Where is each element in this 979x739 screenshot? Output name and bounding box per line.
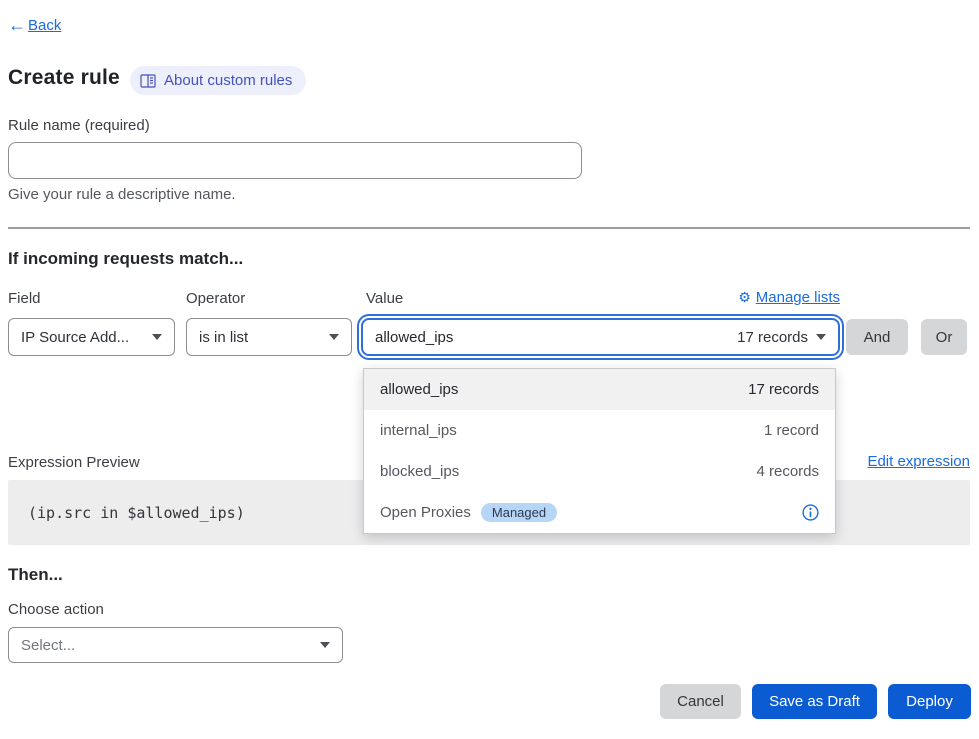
value-select-name: allowed_ips [375, 329, 453, 346]
action-select[interactable]: Select... [8, 627, 343, 663]
value-select[interactable]: allowed_ips 17 records [361, 318, 840, 356]
list-option-open-proxies[interactable]: Open Proxies Managed [364, 492, 835, 533]
gear-icon: ⚙ [738, 289, 751, 306]
save-as-draft-button[interactable]: Save as Draft [752, 684, 877, 719]
list-option-allowed-ips[interactable]: allowed_ips 17 records [364, 369, 835, 410]
list-option-name: blocked_ips [380, 463, 459, 480]
value-column-label: Value [366, 290, 403, 307]
expression-code: (ip.src in $allowed_ips) [28, 504, 245, 522]
about-custom-rules-label: About custom rules [164, 72, 292, 89]
list-option-name: internal_ips [380, 422, 457, 439]
list-option-records: 4 records [756, 463, 819, 480]
action-select-placeholder: Select... [21, 637, 75, 654]
list-option-name: Open Proxies [380, 504, 471, 521]
value-select-records: 17 records [737, 329, 808, 346]
field-column-label: Field [8, 290, 41, 307]
list-option-name: allowed_ips [380, 381, 458, 398]
chevron-down-icon [320, 642, 330, 648]
info-icon[interactable] [802, 504, 819, 521]
create-rule-page: ←Back Create rule About custom rules Rul… [0, 0, 979, 739]
book-icon [140, 74, 156, 88]
operator-select-value: is in list [199, 329, 248, 346]
about-custom-rules-link[interactable]: About custom rules [130, 66, 306, 95]
manage-lists-label: Manage lists [756, 289, 840, 306]
or-button[interactable]: Or [921, 319, 967, 355]
page-title: Create rule [8, 66, 120, 90]
chevron-down-icon [816, 334, 826, 340]
then-section-heading: Then... [8, 565, 63, 585]
list-option-records: 1 record [764, 422, 819, 439]
back-link-label: Back [28, 17, 61, 34]
operator-column-label: Operator [186, 290, 245, 307]
back-arrow-icon: ← [8, 16, 26, 34]
manage-lists-link[interactable]: ⚙ Manage lists [738, 289, 840, 306]
list-option-internal-ips[interactable]: internal_ips 1 record [364, 410, 835, 451]
choose-action-label: Choose action [8, 601, 104, 618]
match-section-heading: If incoming requests match... [8, 249, 243, 269]
field-select[interactable]: IP Source Add... [8, 318, 175, 356]
expression-preview-label: Expression Preview [8, 454, 140, 471]
operator-select[interactable]: is in list [186, 318, 352, 356]
section-divider [8, 227, 970, 229]
field-select-value: IP Source Add... [21, 329, 129, 346]
list-dropdown-panel: allowed_ips 17 records internal_ips 1 re… [363, 368, 836, 534]
chevron-down-icon [329, 334, 339, 340]
rule-name-label: Rule name (required) [8, 117, 150, 134]
rule-name-input[interactable] [8, 142, 582, 179]
managed-badge: Managed [481, 503, 557, 522]
rule-name-help-text: Give your rule a descriptive name. [8, 186, 236, 203]
back-link[interactable]: ←Back [8, 16, 61, 34]
chevron-down-icon [152, 334, 162, 340]
deploy-button[interactable]: Deploy [888, 684, 971, 719]
and-button[interactable]: And [846, 319, 908, 355]
cancel-button[interactable]: Cancel [660, 684, 741, 719]
list-option-blocked-ips[interactable]: blocked_ips 4 records [364, 451, 835, 492]
edit-expression-link[interactable]: Edit expression [867, 453, 970, 470]
list-option-records: 17 records [748, 381, 819, 398]
